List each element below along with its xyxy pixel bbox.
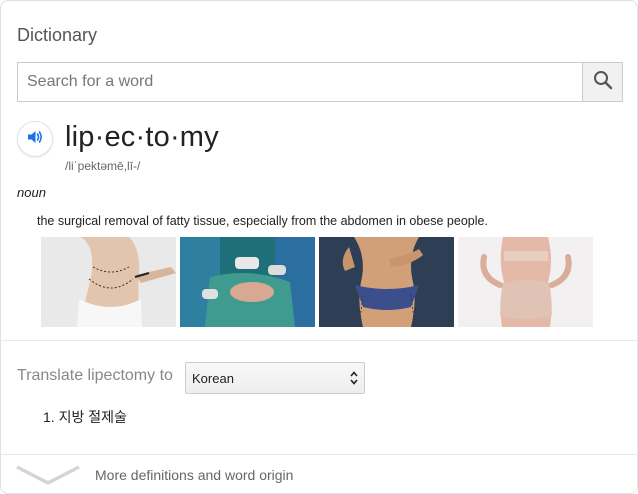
part-of-speech: noun: [17, 185, 46, 200]
image-back-view-beige[interactable]: [458, 237, 593, 327]
language-select[interactable]: Korean: [185, 362, 365, 394]
language-select-value: Korean: [192, 371, 234, 386]
headword: lip·ec·to·my: [65, 121, 219, 153]
search-icon: [593, 70, 613, 95]
divider: [1, 340, 638, 341]
dictionary-card: Dictionary lip·ec·to·my /liˈpektəmē,lī-/…: [0, 0, 638, 494]
more-definitions-text: More definitions and word origin: [95, 467, 294, 483]
speaker-icon: [26, 128, 44, 151]
translate-label: Translate lipectomy to: [17, 367, 173, 384]
chevron-down-icon: [15, 464, 81, 491]
search-box: [17, 62, 623, 102]
image-surgery-team[interactable]: [180, 237, 315, 327]
pronunciation-button[interactable]: [17, 121, 53, 157]
translation-result: 1. 지방 절제술: [43, 409, 127, 425]
dictionary-title: Dictionary: [17, 25, 98, 45]
more-definitions-link[interactable]: More definitions and word origin: [1, 456, 638, 494]
image-marked-abdomen[interactable]: [41, 237, 176, 327]
definition-text: the surgical removal of fatty tissue, es…: [37, 214, 488, 228]
phonetic-spelling: /liˈpektəmē,lī-/: [65, 159, 141, 173]
image-torso-blue-underwear[interactable]: [319, 237, 454, 327]
divider: [1, 454, 638, 455]
select-arrows-icon: [350, 371, 358, 385]
search-button[interactable]: [582, 63, 622, 101]
search-input[interactable]: [18, 63, 583, 101]
